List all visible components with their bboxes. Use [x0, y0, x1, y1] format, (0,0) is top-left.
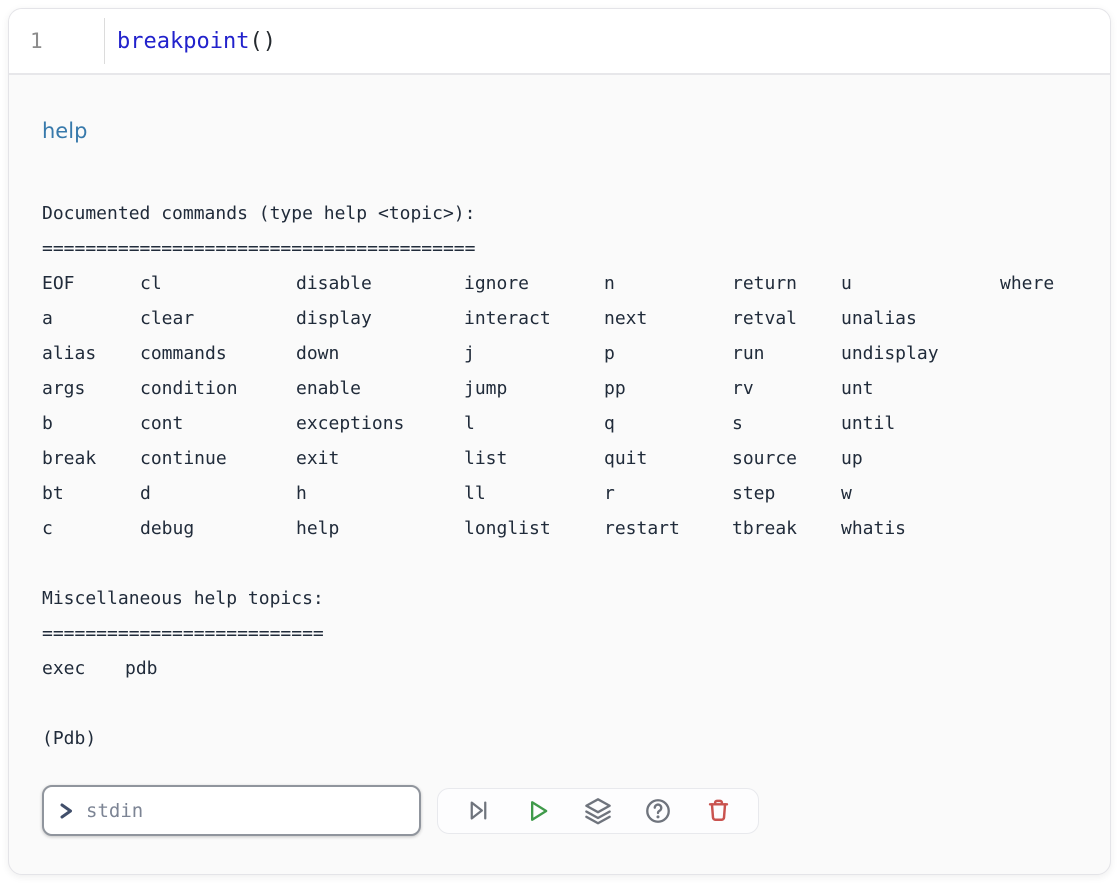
commands-table-row: EOFcldisableignorenreturnuwhere — [42, 266, 1077, 301]
play-icon — [524, 797, 552, 825]
pdb-prompt: (Pdb) — [42, 721, 1077, 756]
stack-button[interactable] — [568, 789, 628, 833]
commands-table-row: acleardisplayinteractnextretvalunalias — [42, 301, 1077, 336]
code-editor: 1 breakpoint() — [9, 9, 1110, 75]
help-button[interactable] — [628, 789, 688, 833]
stdin-input[interactable] — [86, 800, 405, 822]
layers-icon — [584, 797, 612, 825]
line-number: 1 — [30, 29, 43, 53]
commands-table-row: breakcontinueexitlistquitsourceup — [42, 441, 1077, 476]
code-token-parens: () — [249, 29, 276, 54]
trash-icon — [705, 797, 732, 824]
editor-gutter: 1 — [9, 18, 105, 64]
console-toolbar — [437, 788, 759, 834]
commands-table-row: argsconditionenablejumppprvunt — [42, 371, 1077, 406]
commands-table-row: cdebughelplonglistrestarttbreakwhatis — [42, 511, 1077, 546]
blank-line — [42, 686, 1077, 721]
commands-table-row: btdhllrstepw — [42, 476, 1077, 511]
skip-forward-icon — [465, 797, 492, 824]
console-panel: help Documented commands (type help <top… — [9, 75, 1110, 874]
question-circle-icon — [644, 797, 672, 825]
documented-commands-header: Documented commands (type help <topic>): — [42, 196, 1077, 231]
misc-topics-header: Miscellaneous help topics: — [42, 581, 1077, 616]
run-button[interactable] — [508, 789, 568, 833]
code-token-function: breakpoint — [117, 29, 249, 54]
echoed-command: help — [42, 117, 1077, 145]
commands-table-row: aliascommandsdownjprunundisplay — [42, 336, 1077, 371]
documented-commands-ruler: ======================================== — [42, 231, 1077, 266]
console-output-text: Documented commands (type help <topic>):… — [42, 196, 1077, 756]
debugger-card: 1 breakpoint() help Documented commands … — [8, 8, 1111, 875]
code-line[interactable]: breakpoint() — [105, 29, 276, 54]
misc-topics-ruler: ========================== — [42, 616, 1077, 651]
misc-topics-row: execpdb — [42, 651, 1077, 686]
clear-console-button[interactable] — [688, 789, 748, 833]
chevron-right-icon — [58, 801, 74, 821]
blank-line — [42, 546, 1077, 581]
console-io-row — [42, 785, 1077, 836]
step-button[interactable] — [448, 789, 508, 833]
stdin-input-box[interactable] — [42, 785, 421, 836]
commands-table-row: bcontexceptionslqsuntil — [42, 406, 1077, 441]
